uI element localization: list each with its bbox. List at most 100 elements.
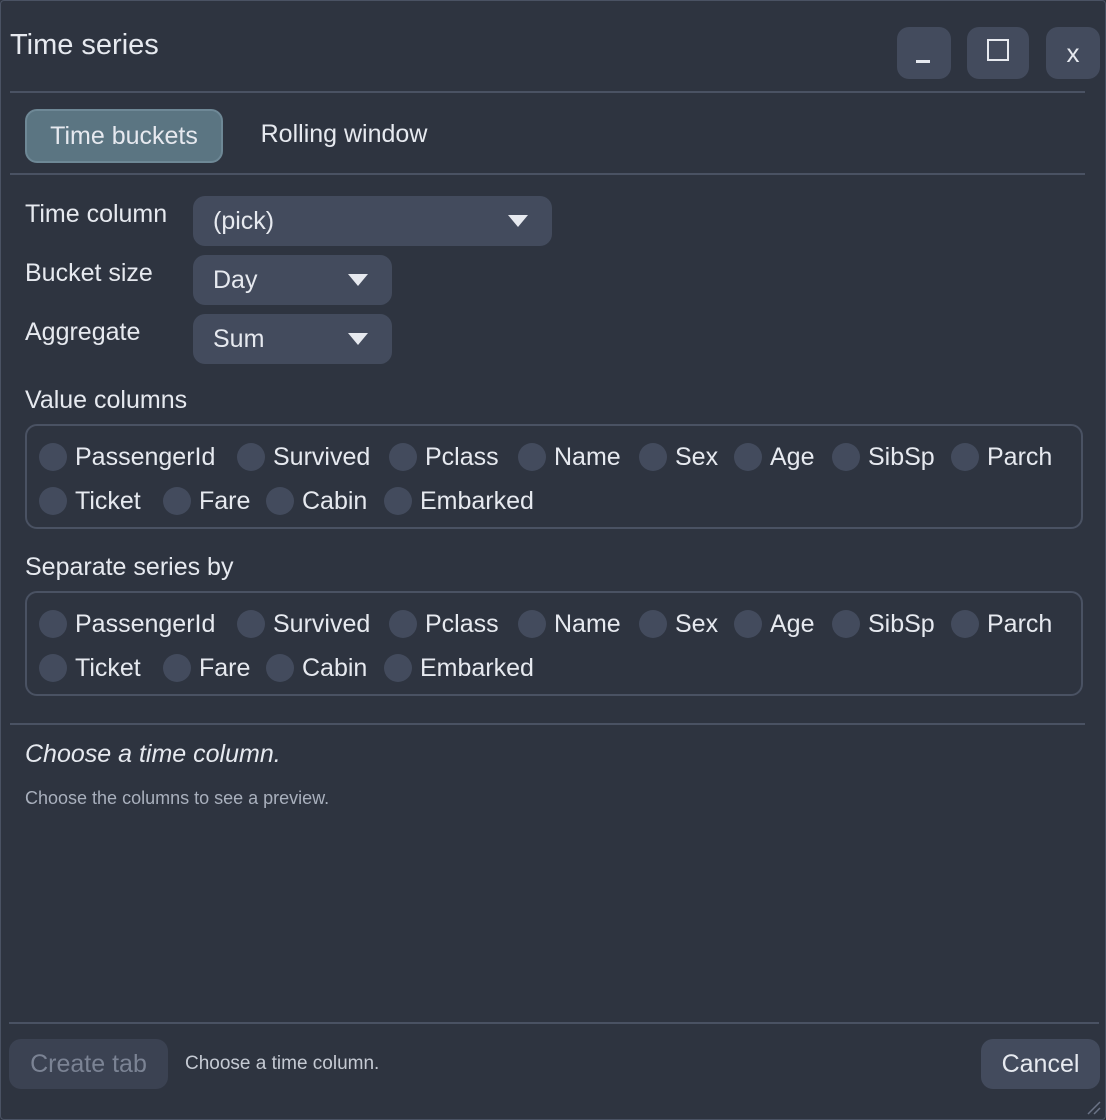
bucket-size-value: Day <box>213 265 258 294</box>
time-series-dialog: Time series x Time buckets Rolling windo… <box>0 0 1106 1120</box>
minimize-icon <box>916 60 930 63</box>
option-label: Survived <box>273 442 371 471</box>
option-label: Embarked <box>420 486 534 515</box>
radio-indicator <box>266 487 294 515</box>
series-column-option[interactable]: Name <box>518 609 621 639</box>
minimize-button[interactable] <box>897 27 951 79</box>
maximize-button[interactable] <box>967 27 1029 79</box>
value-column-option[interactable]: Sex <box>639 442 718 472</box>
bucket-size-label: Bucket size <box>25 259 153 287</box>
series-column-option[interactable]: SibSp <box>832 609 935 639</box>
close-icon: x <box>1066 37 1080 68</box>
value-column-option[interactable]: Name <box>518 442 621 472</box>
series-column-option[interactable]: Age <box>734 609 814 639</box>
chevron-down-icon <box>508 215 528 227</box>
cancel-button[interactable]: Cancel <box>981 1039 1100 1089</box>
option-label: SibSp <box>868 609 935 638</box>
separate-series-label: Separate series by <box>25 553 234 581</box>
option-label: Pclass <box>425 442 499 471</box>
value-columns-label: Value columns <box>25 386 188 414</box>
radio-indicator <box>951 610 979 638</box>
radio-indicator <box>237 610 265 638</box>
aggregate-select[interactable]: Sum <box>193 314 392 364</box>
radio-indicator <box>237 443 265 471</box>
time-column-label: Time column <box>25 200 168 228</box>
maximize-icon <box>987 39 1009 61</box>
chevron-down-icon <box>348 274 368 286</box>
option-label: Sex <box>675 609 719 638</box>
radio-indicator <box>389 610 417 638</box>
series-column-option[interactable]: Sex <box>639 609 718 639</box>
option-label: Age <box>770 609 815 638</box>
radio-indicator <box>518 610 546 638</box>
option-label: Pclass <box>425 609 499 638</box>
option-label: PassengerId <box>75 609 216 638</box>
option-label: Fare <box>199 486 251 515</box>
preview-divider <box>10 723 1085 725</box>
option-label: Age <box>770 442 815 471</box>
option-label: Name <box>554 442 621 471</box>
time-column-select[interactable]: (pick) <box>193 196 552 246</box>
option-label: Embarked <box>420 653 534 682</box>
option-label: PassengerId <box>75 442 216 471</box>
radio-indicator <box>832 443 860 471</box>
radio-indicator <box>39 610 67 638</box>
option-label: Ticket <box>75 653 141 682</box>
option-label: Name <box>554 609 621 638</box>
value-column-option[interactable]: Pclass <box>389 442 499 472</box>
series-column-option[interactable]: Cabin <box>266 653 367 683</box>
footer-divider <box>9 1022 1099 1024</box>
aggregate-label: Aggregate <box>25 318 141 346</box>
tab-rolling-window[interactable]: Rolling window <box>237 109 451 159</box>
value-column-option[interactable]: Embarked <box>384 486 534 516</box>
value-column-option[interactable]: Parch <box>951 442 1052 472</box>
option-label: Sex <box>675 442 719 471</box>
radio-indicator <box>266 654 294 682</box>
tab-time-buckets[interactable]: Time buckets <box>25 109 223 163</box>
series-column-option[interactable]: PassengerId <box>39 609 215 639</box>
option-label: Ticket <box>75 486 141 515</box>
radio-indicator <box>639 443 667 471</box>
radio-indicator <box>518 443 546 471</box>
radio-indicator <box>384 654 412 682</box>
value-column-option[interactable]: Fare <box>163 486 250 516</box>
resize-grip-icon[interactable] <box>1083 1097 1101 1115</box>
series-column-option[interactable]: Fare <box>163 653 250 683</box>
radio-indicator <box>639 610 667 638</box>
option-label: Parch <box>987 442 1053 471</box>
radio-indicator <box>384 487 412 515</box>
series-column-option[interactable]: Survived <box>237 609 370 639</box>
radio-indicator <box>163 654 191 682</box>
radio-indicator <box>39 443 67 471</box>
create-tab-button[interactable]: Create tab <box>9 1039 168 1089</box>
value-column-option[interactable]: Age <box>734 442 814 472</box>
status-title: Choose a time column. <box>25 740 281 768</box>
radio-indicator <box>39 654 67 682</box>
radio-indicator <box>951 443 979 471</box>
series-column-option[interactable]: Ticket <box>39 653 141 683</box>
value-column-option[interactable]: Survived <box>237 442 370 472</box>
value-column-option[interactable]: PassengerId <box>39 442 215 472</box>
separate-series-group: PassengerId Survived Pclass Name Sex Age… <box>25 591 1083 696</box>
radio-indicator <box>734 610 762 638</box>
radio-indicator <box>163 487 191 515</box>
footer-message: Choose a time column. <box>185 1053 380 1074</box>
option-label: Cabin <box>302 486 368 515</box>
close-button[interactable]: x <box>1046 27 1100 79</box>
radio-indicator <box>389 443 417 471</box>
option-label: Fare <box>199 653 251 682</box>
series-column-option[interactable]: Parch <box>951 609 1052 639</box>
aggregate-value: Sum <box>213 324 265 353</box>
value-column-option[interactable]: SibSp <box>832 442 935 472</box>
time-column-value: (pick) <box>213 206 275 235</box>
tab-label: Rolling window <box>260 119 428 148</box>
title-divider <box>10 91 1085 93</box>
chevron-down-icon <box>348 333 368 345</box>
series-column-option[interactable]: Embarked <box>384 653 534 683</box>
radio-indicator <box>832 610 860 638</box>
value-column-option[interactable]: Cabin <box>266 486 367 516</box>
series-column-option[interactable]: Pclass <box>389 609 499 639</box>
value-column-option[interactable]: Ticket <box>39 486 141 516</box>
tab-label: Time buckets <box>50 121 198 150</box>
bucket-size-select[interactable]: Day <box>193 255 392 305</box>
